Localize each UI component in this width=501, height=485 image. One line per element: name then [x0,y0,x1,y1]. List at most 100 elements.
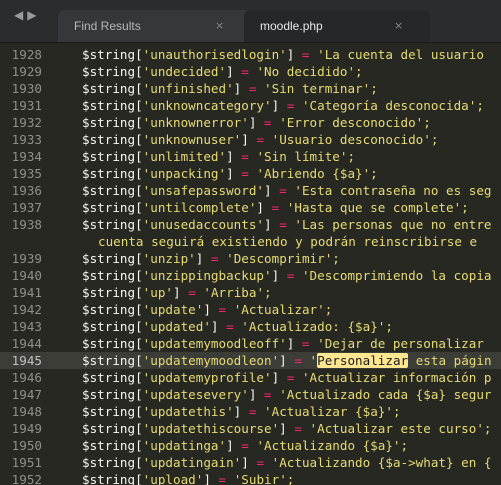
code-text: $string['updated'] = 'Actualizado: {$a}'… [82,318,393,335]
code-text: $string['updatemymoodleoff'] = 'Dejar de… [82,335,484,352]
string-value: 'Error desconocido'; [279,115,431,130]
code-text: $string['upload'] = 'Subir'; [82,471,294,485]
code-line[interactable]: 1936 $string['unsafepassword'] = 'Esta co… [0,182,501,199]
code-text: $string['updatemymoodleon'] = 'Personali… [82,352,492,369]
line-number: 1951 [11,455,42,470]
variable-token: $string [82,268,136,283]
string-value: 'Sin terminar'; [264,81,378,96]
array-key: 'unauthorisedlogin' [142,47,287,62]
variable-token: $string [82,421,136,436]
line-number: 1940 [11,268,42,283]
variable-token: $string [82,336,136,351]
code-line[interactable]: 1945 $string['updatemymoodleon'] = 'Perso… [0,352,501,369]
code-editor[interactable]: 1928 $string['unauthorisedlogin'] = 'La c… [0,43,501,485]
code-line[interactable]: 1952 $string['upload'] = 'Subir'; [0,471,501,485]
assign-operator: = [279,183,287,198]
back-arrow-icon[interactable]: ◀ [14,8,23,22]
code-text: $string['updatingain'] = 'Actualizando {… [82,454,492,471]
editor-window: ◀ ▶ Find Results × moodle.php × 1928 $str… [0,0,501,485]
array-key: 'updated' [142,319,211,334]
bracket-token: [ [135,64,143,79]
code-line[interactable]: 1935 $string['unpacking'] = 'Abriendo {$a… [0,165,501,182]
code-line[interactable]: 1939 $string['unzip'] = 'Descomprimir'; [0,250,501,267]
array-key: 'updatingain' [142,455,242,470]
code-line[interactable]: 1950 $string['updatinga'] = 'Actualizando… [0,437,501,454]
code-line[interactable]: 1949 $string['updatethiscourse'] = 'Actua… [0,420,501,437]
code-line[interactable]: 1947 $string['updatesevery'] = 'Actualiza… [0,386,501,403]
string-value: 'Actualizado: {$a}'; [241,319,393,334]
array-key: 'unpacking' [142,166,227,181]
array-key: 'unknowncategory' [142,98,272,113]
tab-moodle-php[interactable]: moodle.php × [244,10,430,42]
code-text: $string['unlimited'] = 'Sin límite'; [82,148,355,165]
line-number: 1935 [11,166,42,181]
code-line[interactable]: 1931 $string['unknowncategory'] = 'Catego… [0,97,501,114]
code-line[interactable]: 1941 $string['up'] = 'Arriba'; [0,284,501,301]
line-number: 1952 [11,472,42,485]
bracket-token: [ [135,404,143,419]
string-value: 'Actualizado cada {$a} segur [279,387,492,402]
line-number: 1942 [11,302,42,317]
assign-operator: = [188,285,196,300]
code-line[interactable]: 1928 $string['unauthorisedlogin'] = 'La c… [0,46,501,63]
close-icon[interactable]: × [394,10,403,42]
code-line[interactable]: 1929 $string['undecided'] = 'No decidido'… [0,63,501,80]
bracket-token: ] [241,455,249,470]
code-line[interactable]: 1930 $string['unfinished'] = 'Sin termina… [0,80,501,97]
line-number: 1930 [11,81,42,96]
variable-token: $string [82,319,136,334]
variable-token: $string [82,387,136,402]
code-line[interactable]: 1933 $string['unknownuser'] = 'Usuario de… [0,131,501,148]
code-line[interactable]: 1937 $string['untilcomplete'] = 'Hasta qu… [0,199,501,216]
bracket-token: [ [135,387,143,402]
code-line[interactable]: 1944 $string['updatemymoodleoff'] = 'Deja… [0,335,501,352]
array-key: 'updatinga' [142,438,227,453]
array-key: 'undecided' [142,64,227,79]
variable-token: $string [82,404,136,419]
bracket-token: [ [135,302,143,317]
code-line[interactable]: 1946 $string['updatemyprofile'] = 'Actual… [0,369,501,386]
string-value: 'Abriendo {$a}'; [256,166,378,181]
string-value: 'Subir'; [233,472,295,485]
code-line[interactable]: 1948 $string['updatethis'] = 'Actualizar … [0,403,501,420]
assign-operator: = [218,302,227,317]
assign-operator: = [226,319,234,334]
bracket-token: ] [279,353,287,368]
assign-operator: = [218,472,227,485]
code-line[interactable]: 1932 $string['unknownerror'] = 'Error des… [0,114,501,131]
variable-token: $string [82,285,136,300]
bracket-token: [ [135,421,143,436]
code-line[interactable]: cuenta seguirá existiendo y podrán reins… [0,233,501,250]
code-text: $string['unpacking'] = 'Abriendo {$a}'; [82,165,378,182]
code-line[interactable]: 1943 $string['updated'] = 'Actualizado: {… [0,318,501,335]
variable-token: $string [82,217,136,232]
tab-find-results[interactable]: Find Results × [58,10,254,42]
bracket-token: [ [135,200,143,215]
code-line[interactable]: 1934 $string['unlimited'] = 'Sin límite'; [0,148,501,165]
code-text: $string['unzippingbackup'] = 'Descomprim… [82,267,492,284]
code-line[interactable]: 1940 $string['unzippingbackup'] = 'Descom… [0,267,501,284]
line-number: 1932 [11,115,42,130]
assign-operator: = [264,115,272,130]
code-text: $string['update'] = 'Actualizar'; [82,301,332,318]
array-key: 'updatethis' [142,404,234,419]
code-line[interactable]: 1942 $string['update'] = 'Actualizar'; [0,301,501,318]
assign-operator: = [241,149,249,164]
code-line[interactable]: 1951 $string['updatingain'] = 'Actualizan… [0,454,501,471]
assign-operator: = [241,438,249,453]
bracket-token: [ [135,166,143,181]
close-icon[interactable]: × [215,10,224,42]
forward-arrow-icon[interactable]: ▶ [27,8,36,22]
code-line[interactable]: 1938 $string['unusedaccounts'] = 'Las per… [0,216,501,233]
code-text: $string['unauthorisedlogin'] = 'La cuent… [82,46,484,63]
code-text: $string['unknowncategory'] = 'Categoría … [82,97,484,114]
variable-token: $string [82,149,136,164]
